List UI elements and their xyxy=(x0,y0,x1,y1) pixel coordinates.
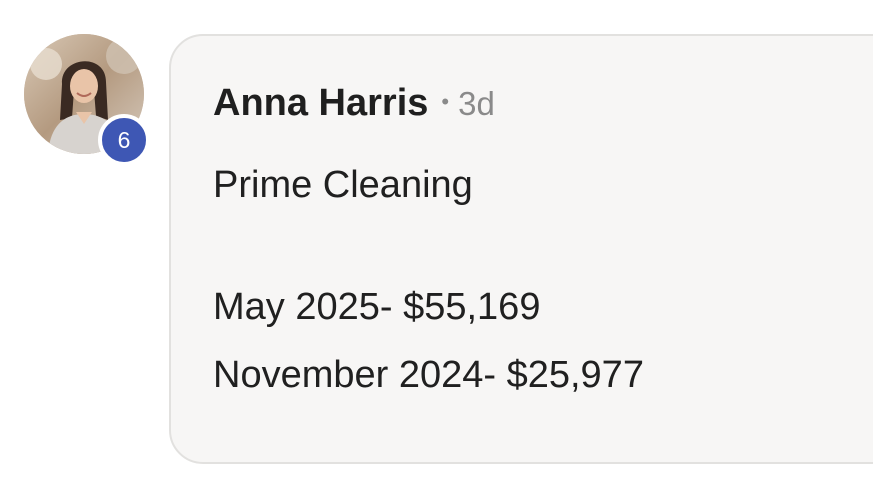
separator-dot: • xyxy=(441,89,450,114)
comment-text-line: May 2025- $55,169 xyxy=(213,286,541,328)
level-badge: 6 xyxy=(98,114,150,166)
timestamp[interactable]: 3d xyxy=(458,85,495,123)
comment-text-line: November 2024- $25,977 xyxy=(213,354,644,396)
author-name[interactable]: Anna Harris xyxy=(213,82,428,125)
comment-text-line: Prime Cleaning xyxy=(213,164,473,206)
comment-header: Anna Harris • 3d xyxy=(213,82,495,125)
comment-bubble: Anna Harris • 3d Prime Cleaning May 2025… xyxy=(169,34,873,464)
comment-item: 6 Anna Harris • 3d Prime Cleaning May 20… xyxy=(0,0,873,487)
author-avatar-container[interactable]: 6 xyxy=(24,34,150,166)
